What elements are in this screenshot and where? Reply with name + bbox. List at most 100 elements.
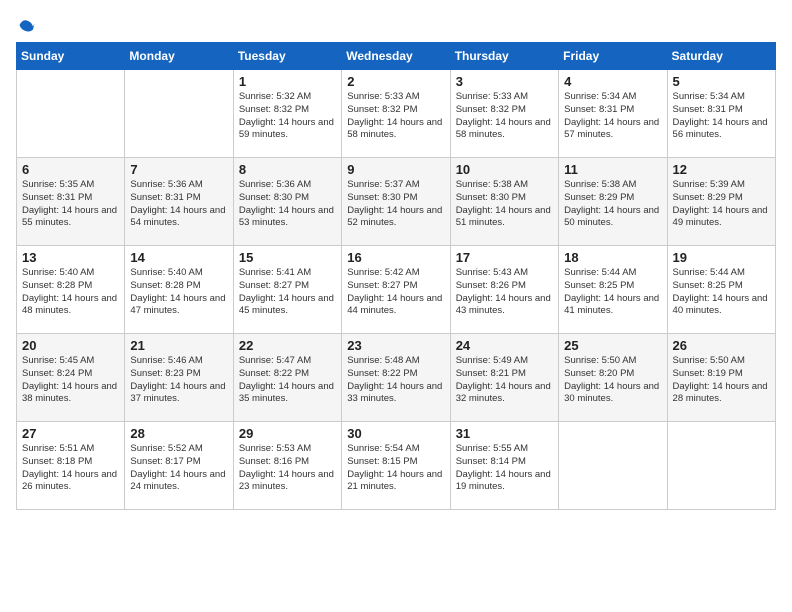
day-info: Sunrise: 5:54 AM Sunset: 8:15 PM Dayligh… [347, 443, 444, 494]
calendar-cell: 12 Sunrise: 5:39 AM Sunset: 8:29 PM Dayli… [667, 158, 775, 246]
day-info: Sunrise: 5:46 AM Sunset: 8:23 PM Dayligh… [130, 355, 227, 406]
weekday-header: Saturday [667, 43, 775, 70]
logo-icon [18, 16, 36, 34]
day-number: 22 [239, 338, 336, 353]
day-number: 9 [347, 162, 444, 177]
calendar-cell: 7 Sunrise: 5:36 AM Sunset: 8:31 PM Daylig… [125, 158, 233, 246]
day-info: Sunrise: 5:38 AM Sunset: 8:29 PM Dayligh… [564, 179, 661, 230]
calendar-cell: 14 Sunrise: 5:40 AM Sunset: 8:28 PM Dayli… [125, 246, 233, 334]
day-info: Sunrise: 5:44 AM Sunset: 8:25 PM Dayligh… [564, 267, 661, 318]
day-info: Sunrise: 5:36 AM Sunset: 8:31 PM Dayligh… [130, 179, 227, 230]
day-info: Sunrise: 5:53 AM Sunset: 8:16 PM Dayligh… [239, 443, 336, 494]
day-number: 17 [456, 250, 553, 265]
day-number: 2 [347, 74, 444, 89]
day-number: 27 [22, 426, 119, 441]
day-number: 31 [456, 426, 553, 441]
day-number: 29 [239, 426, 336, 441]
day-info: Sunrise: 5:34 AM Sunset: 8:31 PM Dayligh… [673, 91, 770, 142]
day-number: 5 [673, 74, 770, 89]
day-number: 7 [130, 162, 227, 177]
day-info: Sunrise: 5:33 AM Sunset: 8:32 PM Dayligh… [347, 91, 444, 142]
day-info: Sunrise: 5:41 AM Sunset: 8:27 PM Dayligh… [239, 267, 336, 318]
calendar-cell: 28Sunrise: 5:52 AM Sunset: 8:17 PM Dayli… [125, 422, 233, 510]
calendar-cell: 5 Sunrise: 5:34 AM Sunset: 8:31 PM Daylig… [667, 70, 775, 158]
calendar-cell: 9 Sunrise: 5:37 AM Sunset: 8:30 PM Daylig… [342, 158, 450, 246]
day-number: 26 [673, 338, 770, 353]
day-number: 21 [130, 338, 227, 353]
calendar-cell: 13 Sunrise: 5:40 AM Sunset: 8:28 PM Dayli… [17, 246, 125, 334]
day-info: Sunrise: 5:51 AM Sunset: 8:18 PM Dayligh… [22, 443, 119, 494]
day-number: 25 [564, 338, 661, 353]
calendar-week-row: 20 Sunrise: 5:45 AM Sunset: 8:24 PM Dayli… [17, 334, 776, 422]
calendar-cell [667, 422, 775, 510]
calendar-cell: 16 Sunrise: 5:42 AM Sunset: 8:27 PM Dayli… [342, 246, 450, 334]
weekday-header-row: SundayMondayTuesdayWednesdayThursdayFrid… [17, 43, 776, 70]
day-number: 4 [564, 74, 661, 89]
day-number: 3 [456, 74, 553, 89]
calendar-cell: 18 Sunrise: 5:44 AM Sunset: 8:25 PM Dayli… [559, 246, 667, 334]
weekday-header: Monday [125, 43, 233, 70]
day-info: Sunrise: 5:50 AM Sunset: 8:19 PM Dayligh… [673, 355, 770, 406]
calendar-cell: 21 Sunrise: 5:46 AM Sunset: 8:23 PM Dayli… [125, 334, 233, 422]
day-number: 23 [347, 338, 444, 353]
weekday-header: Friday [559, 43, 667, 70]
day-info: Sunrise: 5:48 AM Sunset: 8:22 PM Dayligh… [347, 355, 444, 406]
day-info: Sunrise: 5:55 AM Sunset: 8:14 PM Dayligh… [456, 443, 553, 494]
day-number: 14 [130, 250, 227, 265]
calendar-cell: 17Sunrise: 5:43 AM Sunset: 8:26 PM Dayli… [450, 246, 558, 334]
calendar-week-row: 1Sunrise: 5:32 AM Sunset: 8:32 PM Daylig… [17, 70, 776, 158]
day-info: Sunrise: 5:40 AM Sunset: 8:28 PM Dayligh… [22, 267, 119, 318]
day-number: 28 [130, 426, 227, 441]
calendar-cell: 6Sunrise: 5:35 AM Sunset: 8:31 PM Daylig… [17, 158, 125, 246]
day-info: Sunrise: 5:32 AM Sunset: 8:32 PM Dayligh… [239, 91, 336, 142]
day-info: Sunrise: 5:45 AM Sunset: 8:24 PM Dayligh… [22, 355, 119, 406]
day-number: 11 [564, 162, 661, 177]
weekday-header: Tuesday [233, 43, 341, 70]
day-number: 16 [347, 250, 444, 265]
weekday-header: Wednesday [342, 43, 450, 70]
calendar-cell: 24 Sunrise: 5:49 AM Sunset: 8:21 PM Dayli… [450, 334, 558, 422]
day-number: 30 [347, 426, 444, 441]
calendar-cell: 29 Sunrise: 5:53 AM Sunset: 8:16 PM Dayli… [233, 422, 341, 510]
day-number: 24 [456, 338, 553, 353]
calendar-cell: 1Sunrise: 5:32 AM Sunset: 8:32 PM Daylig… [233, 70, 341, 158]
calendar-cell: 27 Sunrise: 5:51 AM Sunset: 8:18 PM Dayli… [17, 422, 125, 510]
calendar-cell: 30 Sunrise: 5:54 AM Sunset: 8:15 PM Dayli… [342, 422, 450, 510]
day-info: Sunrise: 5:49 AM Sunset: 8:21 PM Dayligh… [456, 355, 553, 406]
day-info: Sunrise: 5:39 AM Sunset: 8:29 PM Dayligh… [673, 179, 770, 230]
day-number: 12 [673, 162, 770, 177]
day-info: Sunrise: 5:37 AM Sunset: 8:30 PM Dayligh… [347, 179, 444, 230]
calendar-cell: 31 Sunrise: 5:55 AM Sunset: 8:14 PM Dayli… [450, 422, 558, 510]
calendar-cell: 11 Sunrise: 5:38 AM Sunset: 8:29 PM Dayli… [559, 158, 667, 246]
day-number: 18 [564, 250, 661, 265]
weekday-header: Thursday [450, 43, 558, 70]
day-number: 15 [239, 250, 336, 265]
calendar-week-row: 6Sunrise: 5:35 AM Sunset: 8:31 PM Daylig… [17, 158, 776, 246]
calendar-cell: 2 Sunrise: 5:33 AM Sunset: 8:32 PM Daylig… [342, 70, 450, 158]
calendar-cell: 15 Sunrise: 5:41 AM Sunset: 8:27 PM Dayli… [233, 246, 341, 334]
day-number: 13 [22, 250, 119, 265]
calendar-cell [17, 70, 125, 158]
calendar-cell: 23 Sunrise: 5:48 AM Sunset: 8:22 PM Dayli… [342, 334, 450, 422]
day-info: Sunrise: 5:40 AM Sunset: 8:28 PM Dayligh… [130, 267, 227, 318]
day-number: 20 [22, 338, 119, 353]
day-info: Sunrise: 5:42 AM Sunset: 8:27 PM Dayligh… [347, 267, 444, 318]
day-number: 19 [673, 250, 770, 265]
calendar-week-row: 27 Sunrise: 5:51 AM Sunset: 8:18 PM Dayli… [17, 422, 776, 510]
day-number: 8 [239, 162, 336, 177]
day-info: Sunrise: 5:36 AM Sunset: 8:30 PM Dayligh… [239, 179, 336, 230]
calendar-cell: 3 Sunrise: 5:33 AM Sunset: 8:32 PM Daylig… [450, 70, 558, 158]
calendar: SundayMondayTuesdayWednesdayThursdayFrid… [16, 42, 776, 510]
calendar-cell [559, 422, 667, 510]
day-info: Sunrise: 5:50 AM Sunset: 8:20 PM Dayligh… [564, 355, 661, 406]
day-info: Sunrise: 5:35 AM Sunset: 8:31 PM Dayligh… [22, 179, 119, 230]
calendar-cell: 8 Sunrise: 5:36 AM Sunset: 8:30 PM Daylig… [233, 158, 341, 246]
calendar-cell: 22Sunrise: 5:47 AM Sunset: 8:22 PM Dayli… [233, 334, 341, 422]
page-header [16, 16, 776, 34]
logo [16, 16, 38, 34]
weekday-header: Sunday [17, 43, 125, 70]
calendar-cell: 19 Sunrise: 5:44 AM Sunset: 8:25 PM Dayli… [667, 246, 775, 334]
day-info: Sunrise: 5:33 AM Sunset: 8:32 PM Dayligh… [456, 91, 553, 142]
day-info: Sunrise: 5:44 AM Sunset: 8:25 PM Dayligh… [673, 267, 770, 318]
calendar-cell: 10Sunrise: 5:38 AM Sunset: 8:30 PM Dayli… [450, 158, 558, 246]
